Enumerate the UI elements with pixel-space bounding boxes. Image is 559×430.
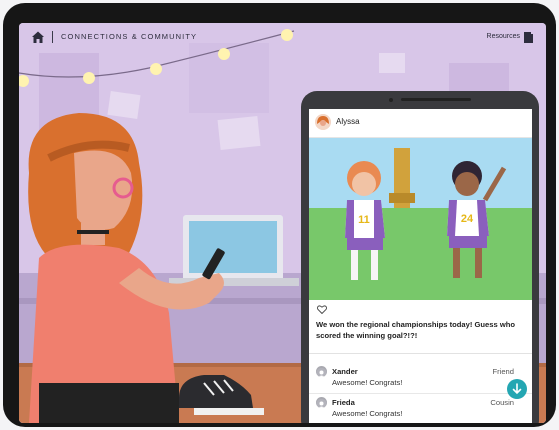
- social-post-screen: Alyssa 11 24 We won the regional champio…: [309, 109, 532, 423]
- app-screen: CONNECTIONS & COMMUNITY Resources Alyssa…: [19, 23, 546, 423]
- comment-divider: [309, 393, 532, 394]
- scroll-down-button[interactable]: [507, 379, 527, 399]
- comment-author[interactable]: Frieda: [332, 398, 355, 407]
- resources-link[interactable]: Resources: [487, 33, 520, 40]
- section-title: CONNECTIONS & COMMUNITY: [61, 32, 198, 41]
- tablet-frame: CONNECTIONS & COMMUNITY Resources Alyssa…: [3, 3, 556, 427]
- post-header: Alyssa: [309, 109, 532, 138]
- top-bar: CONNECTIONS & COMMUNITY Resources: [19, 23, 546, 51]
- comment-text: Awesome! Congrats!: [332, 409, 403, 418]
- comment-item: Xander Awesome! Congrats! Friend: [309, 364, 532, 394]
- comment-text: Awesome! Congrats!: [332, 378, 403, 387]
- phone-speaker: [389, 98, 471, 102]
- book-icon[interactable]: [524, 32, 533, 43]
- heart-icon[interactable]: [317, 305, 327, 314]
- post-caption: We won the regional championships today!…: [316, 320, 516, 340]
- avatar[interactable]: [316, 366, 327, 377]
- avatar[interactable]: [315, 114, 331, 130]
- comment-relation: Cousin: [490, 398, 514, 407]
- breadcrumb-separator: [52, 31, 53, 43]
- jersey-number-right: 24: [461, 213, 474, 225]
- post-photo: 11 24: [309, 138, 532, 300]
- comment-relation: Friend: [492, 367, 514, 376]
- jersey-number-left: 11: [358, 214, 370, 226]
- user-avatar-icon: [316, 368, 327, 377]
- comment-item: Frieda Awesome! Congrats! Cousin: [309, 395, 532, 423]
- arrow-down-icon: [512, 383, 522, 395]
- comment-author[interactable]: Xander: [332, 367, 358, 376]
- post-author[interactable]: Alyssa: [336, 117, 360, 126]
- user-avatar-icon: [315, 114, 331, 130]
- phone-mockup: Alyssa 11 24 We won the regional champio…: [301, 91, 539, 423]
- user-avatar-icon: [316, 399, 327, 408]
- avatar[interactable]: [316, 397, 327, 408]
- post-divider: [309, 353, 532, 354]
- home-icon[interactable]: [31, 30, 45, 44]
